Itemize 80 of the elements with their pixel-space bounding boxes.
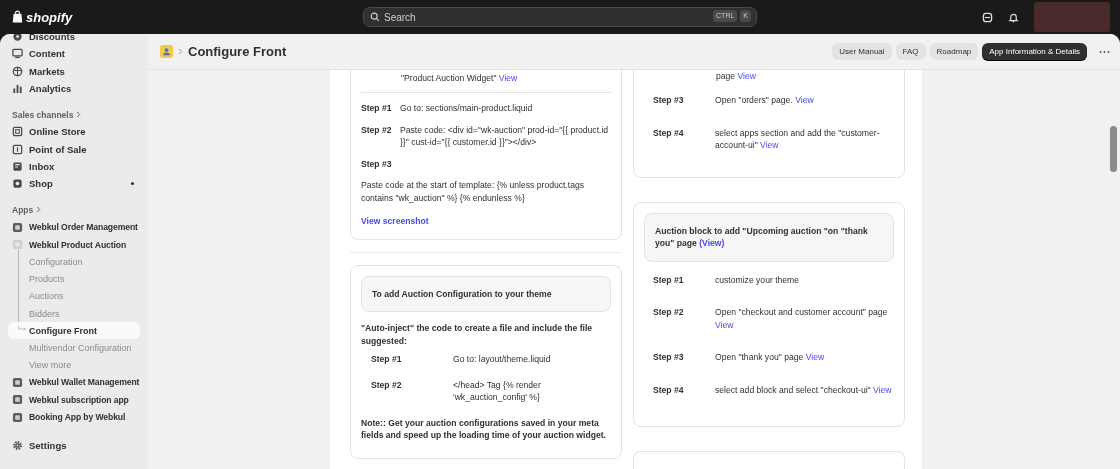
bell-icon[interactable]	[1008, 11, 1019, 23]
app-item[interactable]: Webkul Product Auction	[8, 235, 140, 254]
search-icon	[370, 12, 380, 22]
settings-item[interactable]: Settings	[8, 437, 140, 454]
sub-nav-item[interactable]: Configure Front	[8, 322, 140, 340]
header-button[interactable]: FAQ	[895, 43, 926, 60]
app-item[interactable]: Webkul Order Management	[8, 218, 140, 236]
step-label: Step #3	[653, 94, 685, 107]
step-label: Step #2	[371, 378, 403, 392]
section-heading[interactable]: Apps	[12, 204, 34, 215]
step-label: Step #2	[653, 306, 685, 320]
app-icon	[12, 394, 23, 406]
section-heading[interactable]: Sales channels	[12, 109, 74, 120]
step-text: Open "orders" page. View	[715, 94, 814, 107]
step-label: Step #1	[653, 273, 685, 287]
settings-icon	[12, 440, 23, 451]
nav-item[interactable]: Inbox	[8, 157, 140, 176]
step-label: Step #3	[653, 351, 685, 364]
view-link[interactable]: (View)	[699, 238, 725, 249]
more-options-icon[interactable]	[1099, 49, 1110, 54]
step-text: </head> Tag {% render 'wk_auction_config' %}	[453, 378, 542, 404]
card-heading: To add Auction Configuration to your theme	[361, 276, 611, 313]
step-text: Go to: layout/theme.liquid	[453, 353, 551, 366]
view-screenshot-link[interactable]: View screenshot	[361, 216, 611, 227]
step-label: Step #2	[361, 123, 392, 137]
app-icon	[12, 376, 23, 388]
nav-item[interactable]: Content	[8, 45, 140, 63]
app-item[interactable]: Webkul subscription app	[8, 391, 140, 409]
step-label: Step #3	[361, 157, 392, 171]
monitor-icon	[12, 48, 23, 60]
nav-item[interactable]: Online Store	[8, 123, 140, 141]
step-label: Step #4	[653, 383, 685, 397]
step-text: "Product Auction Widget" View	[401, 72, 519, 85]
globe-icon	[12, 65, 23, 77]
app-icon	[160, 45, 173, 58]
view-link[interactable]: View	[805, 352, 825, 363]
shopping-bag-logo-icon	[12, 10, 23, 24]
header-button[interactable]: App Information & Details	[982, 43, 1087, 60]
card-heading: Auction block to add "Upcoming auction "on "thank you" page (View)	[644, 213, 894, 262]
view-link[interactable]: View	[873, 384, 892, 395]
logo-wordmark[interactable]: shopify	[26, 9, 73, 25]
app-icon	[12, 239, 23, 251]
step-label: Step #1	[371, 353, 403, 366]
step-label: Step #4	[653, 126, 685, 140]
app-item[interactable]: Booking App by Webkul	[8, 408, 140, 427]
step-text: Open "thank you" page View	[715, 351, 825, 364]
nav-item[interactable]: Point of Sale	[8, 140, 140, 158]
instruction-text: Paste code at the start of template: {% unless product.tags contains "wk_auction" %} {% endunless %}	[361, 179, 586, 205]
step-text: customize your theme	[715, 273, 800, 287]
chevron-right-icon	[76, 111, 82, 119]
nav-item[interactable]: Discounts	[8, 34, 140, 46]
nav-item[interactable]: Analytics	[8, 79, 140, 98]
chevron-right-icon	[36, 206, 42, 214]
app-icon	[12, 411, 23, 423]
bar-chart-icon	[12, 83, 23, 95]
instruction-text: "Auto-inject" the code to create a file and include the file suggested:	[361, 322, 594, 348]
nav-item[interactable]: Shop	[8, 175, 140, 193]
scrollbar-thumb[interactable]	[1110, 126, 1117, 172]
nav-item[interactable]: Markets	[8, 62, 140, 80]
app-icon	[12, 221, 23, 233]
step-text: Paste code: <div id="wk-auction" prod-id="{{ product.id }}" cust-id="{{ customer.id }}"></div>	[400, 123, 610, 149]
chevron-right-icon	[178, 48, 183, 55]
step-text: select add block and select "checkout-ui" View	[715, 383, 892, 397]
step-text: Open "checkout and customer account" page View	[715, 306, 889, 332]
header-button[interactable]: Roadmap	[929, 43, 979, 60]
instruction-text: Note:: Get your auction configurations saved in your meta fields and speed up the loading time of your auction widget.	[361, 416, 607, 442]
app-item[interactable]: Webkul Wallet Management	[8, 373, 140, 392]
step-text: Go to: sections/main-product.liquid	[400, 102, 533, 115]
step-text: select apps section and add the "customer-account-ui" View	[715, 126, 881, 152]
inbox-icon	[12, 160, 23, 172]
page-title: Configure Front	[188, 44, 287, 59]
view-link[interactable]: View	[795, 95, 814, 106]
step-label: Step #1	[361, 102, 392, 115]
view-link[interactable]: View	[737, 71, 756, 81]
tree-connector-icon	[18, 326, 27, 333]
view-link[interactable]: View	[760, 140, 779, 151]
header-button[interactable]: User Manual	[832, 43, 892, 60]
view-link[interactable]: View	[498, 73, 518, 83]
step-text: page View	[716, 70, 757, 83]
view-link[interactable]: View	[715, 319, 734, 330]
